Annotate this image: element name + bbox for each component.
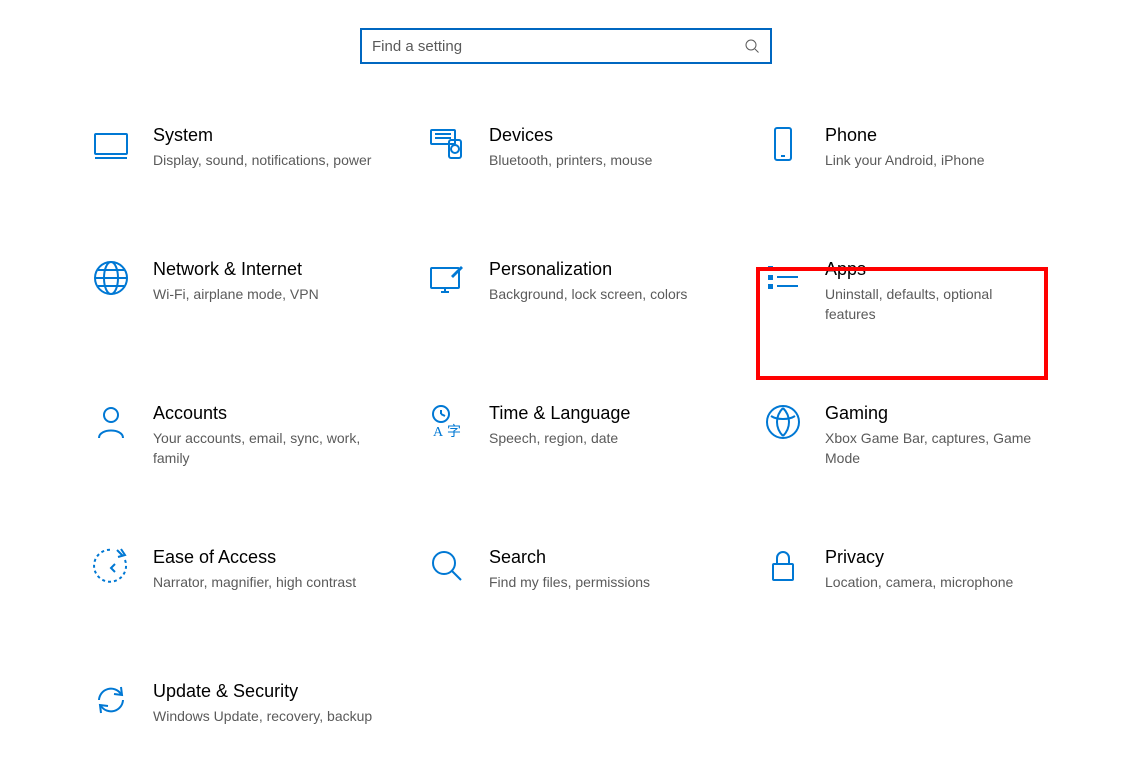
tile-update-security[interactable]: Update & Security Windows Update, recove… (91, 680, 427, 736)
tile-title: Devices (489, 124, 652, 146)
tile-sub: Location, camera, microphone (825, 572, 1013, 592)
accounts-icon (91, 402, 131, 442)
tile-title: Gaming (825, 402, 1045, 424)
tile-title: Personalization (489, 258, 687, 280)
search-icon (744, 38, 760, 54)
devices-icon (427, 124, 467, 164)
tile-sub: Display, sound, notifications, power (153, 150, 371, 170)
tile-sub: Bluetooth, printers, mouse (489, 150, 652, 170)
privacy-icon (763, 546, 803, 586)
tile-system[interactable]: System Display, sound, notifications, po… (91, 124, 427, 180)
tile-title: Time & Language (489, 402, 630, 424)
tile-sub: Your accounts, email, sync, work, family (153, 428, 373, 468)
update-security-icon (91, 680, 131, 720)
tile-title: Apps (825, 258, 1045, 280)
apps-icon (763, 258, 803, 298)
search-box[interactable] (360, 28, 772, 64)
tile-network[interactable]: Network & Internet Wi-Fi, airplane mode,… (91, 258, 427, 324)
settings-grid: System Display, sound, notifications, po… (39, 124, 1093, 736)
tile-sub: Wi-Fi, airplane mode, VPN (153, 284, 319, 304)
tile-apps[interactable]: Apps Uninstall, defaults, optional featu… (763, 258, 1099, 324)
tile-title: Ease of Access (153, 546, 356, 568)
tile-personalization[interactable]: Personalization Background, lock screen,… (427, 258, 763, 324)
tile-accounts[interactable]: Accounts Your accounts, email, sync, wor… (91, 402, 427, 468)
tile-sub: Uninstall, defaults, optional features (825, 284, 1045, 324)
tile-title: Accounts (153, 402, 373, 424)
svg-text:字: 字 (447, 424, 461, 440)
network-icon (91, 258, 131, 298)
tile-devices[interactable]: Devices Bluetooth, printers, mouse (427, 124, 763, 180)
tile-title: Search (489, 546, 650, 568)
tile-time-language[interactable]: A 字 Time & Language Speech, region, date (427, 402, 763, 468)
tile-ease-of-access[interactable]: Ease of Access Narrator, magnifier, high… (91, 546, 427, 602)
tile-title: Network & Internet (153, 258, 319, 280)
ease-of-access-icon (91, 546, 131, 586)
tile-sub: Link your Android, iPhone (825, 150, 985, 170)
tile-sub: Xbox Game Bar, captures, Game Mode (825, 428, 1045, 468)
tile-sub: Narrator, magnifier, high contrast (153, 572, 356, 592)
time-language-icon: A 字 (427, 402, 467, 442)
tile-phone[interactable]: Phone Link your Android, iPhone (763, 124, 1099, 180)
tile-title: Privacy (825, 546, 1013, 568)
tile-gaming[interactable]: Gaming Xbox Game Bar, captures, Game Mod… (763, 402, 1099, 468)
tile-privacy[interactable]: Privacy Location, camera, microphone (763, 546, 1099, 602)
svg-text:A: A (433, 425, 444, 440)
tile-sub: Find my files, permissions (489, 572, 650, 592)
system-icon (91, 124, 131, 164)
gaming-icon (763, 402, 803, 442)
tile-sub: Windows Update, recovery, backup (153, 706, 372, 726)
phone-icon (763, 124, 803, 164)
tile-sub: Speech, region, date (489, 428, 630, 448)
search-tile-icon (427, 546, 467, 586)
tile-title: System (153, 124, 371, 146)
tile-sub: Background, lock screen, colors (489, 284, 687, 304)
tile-title: Update & Security (153, 680, 372, 702)
tile-title: Phone (825, 124, 985, 146)
tile-search[interactable]: Search Find my files, permissions (427, 546, 763, 602)
personalization-icon (427, 258, 467, 298)
search-input[interactable] (370, 37, 740, 56)
